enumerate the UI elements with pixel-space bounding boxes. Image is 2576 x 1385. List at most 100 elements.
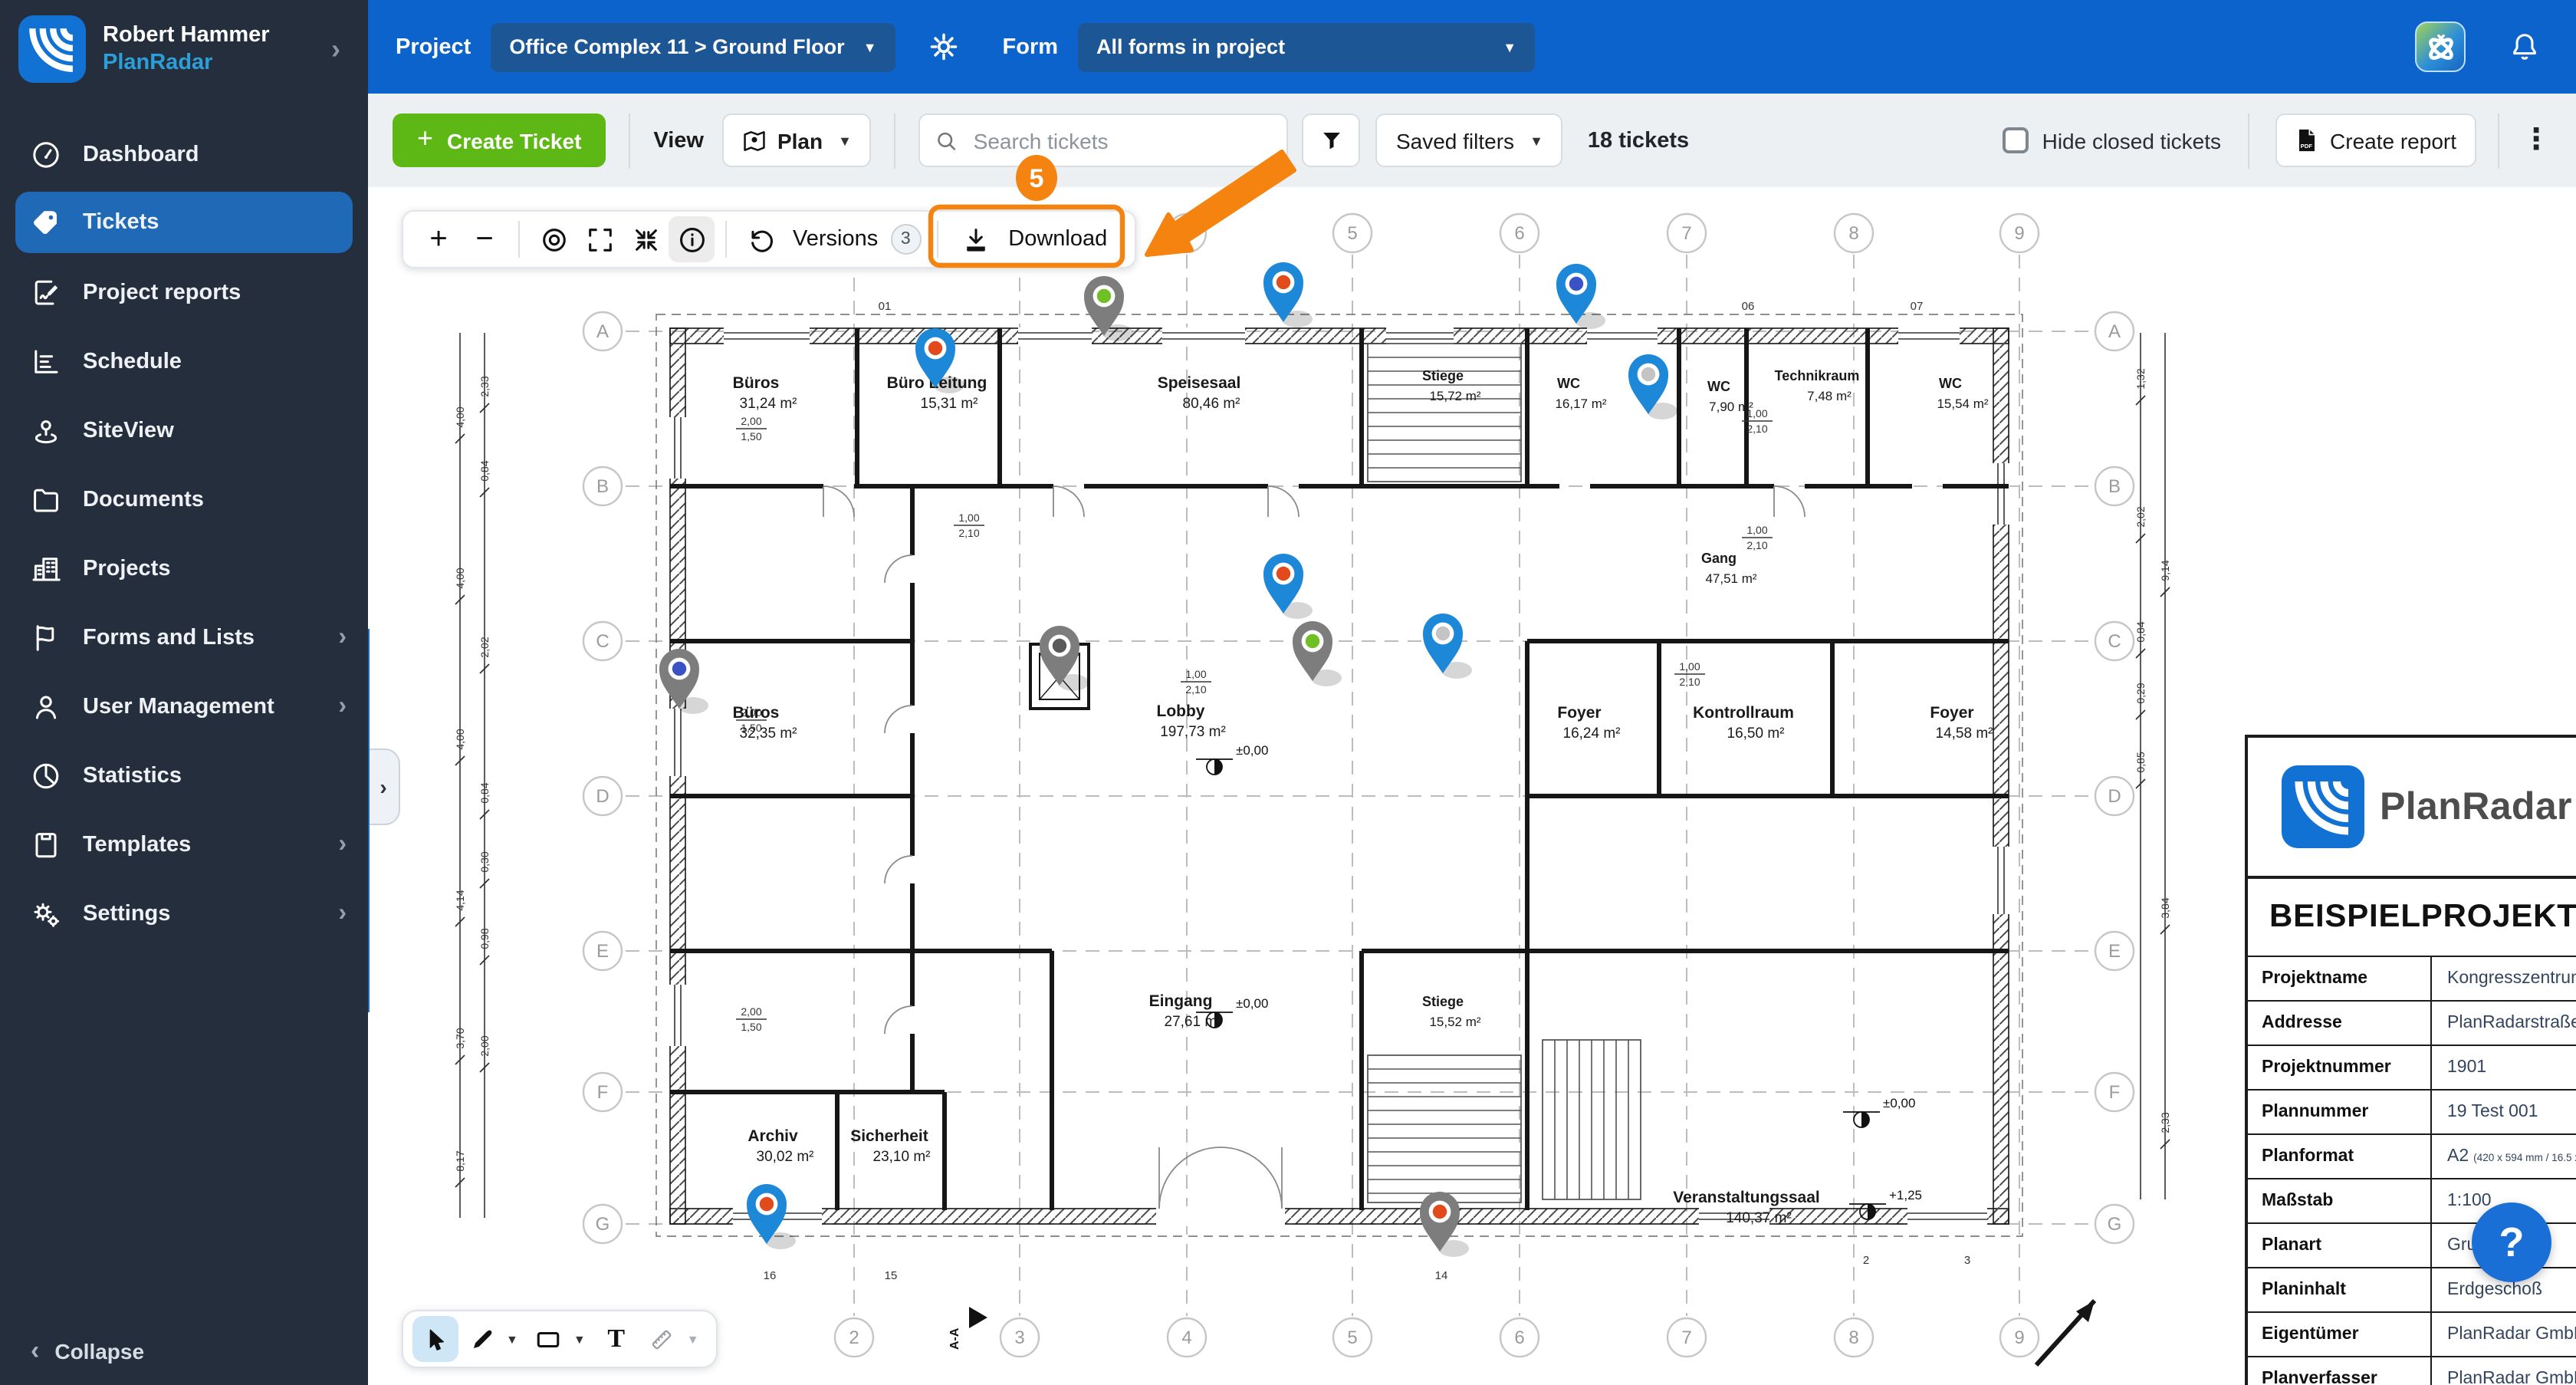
sidebar-item-settings[interactable]: Settings›: [0, 879, 368, 948]
room-label: Sicherheit23,10 m²: [850, 1127, 930, 1165]
filter-button[interactable]: [1303, 113, 1361, 167]
measure-tool-dropdown[interactable]: ▼: [687, 1332, 699, 1346]
room-label: Technikraum7,48 m²: [1775, 368, 1860, 403]
sidebar-item-schedule[interactable]: Schedule: [0, 327, 368, 396]
ticket-pin[interactable]: [1293, 621, 1342, 686]
room-label: Archiv30,02 m²: [748, 1127, 813, 1165]
grid-row-bubble: F: [583, 1073, 622, 1111]
grid-row-bubble: C: [2095, 622, 2134, 660]
svg-text:9: 9: [2014, 223, 2024, 244]
grid-column-bubble: 9: [2000, 214, 2039, 252]
svg-text:2,02: 2,02: [478, 637, 491, 657]
svg-text:2: 2: [1863, 1254, 1869, 1267]
svg-text:A-A: A-A: [948, 1327, 961, 1350]
svg-text:1,00: 1,00: [958, 512, 979, 524]
svg-text:F: F: [597, 1082, 609, 1103]
top-bar: Project Office Complex 11 > Ground Floor…: [368, 0, 2576, 94]
grid-column-bubble: 8: [1835, 1318, 1873, 1357]
sidebar-item-forms-and-lists[interactable]: Forms and Lists›: [0, 603, 368, 672]
sidebar-item-tickets[interactable]: Tickets: [15, 192, 353, 253]
ticket-pin[interactable]: [1263, 262, 1313, 327]
create-report-button[interactable]: PDF Create report: [2275, 113, 2476, 167]
svg-text:0,85: 0,85: [2134, 752, 2147, 772]
svg-text:2,10: 2,10: [1185, 683, 1206, 696]
documents-icon: [29, 483, 61, 515]
project-settings-gear-icon[interactable]: [920, 22, 969, 71]
help-button[interactable]: ?: [2472, 1202, 2551, 1282]
shape-rectangle-tool[interactable]: [526, 1316, 572, 1362]
ticket-pin[interactable]: [1556, 264, 1605, 329]
project-reports-icon: [29, 276, 61, 308]
pen-tool-dropdown[interactable]: ▼: [506, 1332, 518, 1346]
expand-panel-tab[interactable]: ›: [368, 748, 400, 825]
ticket-pin[interactable]: [659, 649, 708, 714]
download-icon[interactable]: [953, 216, 999, 262]
plan-info-button[interactable]: [669, 216, 715, 262]
sidebar-item-user-management[interactable]: User Management›: [0, 672, 368, 741]
more-options-kebab-icon[interactable]: ⋮: [2521, 123, 2551, 158]
svg-text:7,48 m²: 7,48 m²: [1807, 389, 1852, 403]
versions-label[interactable]: Versions: [793, 227, 878, 252]
plan-title-block: PlanRadar BEISPIELPROJEKT ProjektnameKon…: [2245, 735, 2576, 1385]
app-switcher-icon[interactable]: [2415, 21, 2466, 72]
account-header[interactable]: Robert Hammer PlanRadar ›: [0, 0, 368, 98]
sidebar-item-statistics[interactable]: Statistics: [0, 741, 368, 810]
versions-history-icon[interactable]: [738, 216, 784, 262]
shape-tool-dropdown[interactable]: ▼: [573, 1332, 586, 1346]
svg-text:F: F: [2109, 1082, 2121, 1103]
ticket-pin[interactable]: [1628, 354, 1677, 419]
form-selector[interactable]: All forms in project ▼: [1078, 22, 1535, 71]
svg-text:1,50: 1,50: [741, 1021, 761, 1033]
sidebar-item-project-reports[interactable]: Project reports: [0, 258, 368, 327]
sidebar-item-documents[interactable]: Documents: [0, 465, 368, 534]
svg-text:15,72 m²: 15,72 m²: [1429, 389, 1480, 403]
svg-text:06: 06: [1742, 300, 1755, 313]
svg-text:8,17: 8,17: [454, 1150, 466, 1171]
pen-tool[interactable]: [458, 1316, 504, 1362]
search-input[interactable]: [971, 127, 1272, 154]
grid-row-bubble: E: [583, 932, 622, 970]
toggle-pins-visibility-button[interactable]: [531, 216, 577, 262]
create-ticket-button[interactable]: + Create Ticket: [393, 113, 606, 167]
sidebar-item-templates[interactable]: Templates›: [0, 810, 368, 879]
notifications-bell-icon[interactable]: [2499, 22, 2548, 71]
svg-text:WC: WC: [1707, 379, 1730, 394]
svg-text:2,10: 2,10: [958, 527, 979, 539]
zoom-out-button[interactable]: −: [462, 216, 508, 262]
measure-tool[interactable]: [639, 1316, 685, 1362]
select-cursor-tool[interactable]: [412, 1316, 458, 1362]
chevron-right-icon: ›: [338, 692, 353, 720]
svg-text:30,02 m²: 30,02 m²: [757, 1149, 814, 1165]
download-button[interactable]: Download: [1008, 227, 1107, 252]
svg-text:4,14: 4,14: [454, 890, 466, 910]
text-tool[interactable]: T: [593, 1316, 639, 1362]
grid-row-bubble: C: [583, 622, 622, 660]
grid-row-bubble: D: [583, 777, 622, 815]
sidebar-menu: DashboardTicketsProject reportsScheduleS…: [0, 120, 368, 948]
svg-text:15,54 m²: 15,54 m²: [1937, 396, 1988, 411]
zoom-in-button[interactable]: +: [416, 216, 462, 262]
fit-to-screen-button[interactable]: [623, 216, 669, 262]
sidebar-collapse-button[interactable]: ‹ Collapse: [0, 1318, 368, 1385]
sidebar-item-siteview[interactable]: SiteView: [0, 396, 368, 465]
fullscreen-button[interactable]: [577, 216, 623, 262]
hide-closed-tickets-toggle[interactable]: Hide closed tickets: [2003, 127, 2221, 153]
sidebar-item-projects[interactable]: Projects: [0, 534, 368, 603]
view-mode-selector[interactable]: Plan ▼: [722, 113, 872, 167]
chevron-down-icon: ▼: [863, 39, 877, 54]
account-expand-chevron-icon[interactable]: ›: [331, 33, 350, 65]
svg-text:2,33: 2,33: [478, 376, 491, 396]
svg-text:16,50 m²: 16,50 m²: [1727, 725, 1785, 742]
chevron-right-icon: ›: [338, 623, 353, 651]
project-selector[interactable]: Office Complex 11 > Ground Floor ▼: [491, 22, 895, 71]
plan-viewport[interactable]: 2233445566778899AABBCCDDEEFFGG: [368, 187, 2576, 1385]
svg-text:5: 5: [1347, 223, 1357, 244]
ticket-pin[interactable]: [1040, 626, 1089, 691]
level-marker: ±0,00: [1843, 1096, 1915, 1127]
ticket-pin[interactable]: [1263, 554, 1313, 619]
sidebar-item-dashboard[interactable]: Dashboard: [0, 120, 368, 189]
ticket-pin[interactable]: [1423, 614, 1472, 679]
saved-filters-dropdown[interactable]: Saved filters ▼: [1376, 113, 1563, 167]
svg-text:6: 6: [1514, 1327, 1524, 1348]
svg-text:C: C: [2108, 631, 2121, 652]
